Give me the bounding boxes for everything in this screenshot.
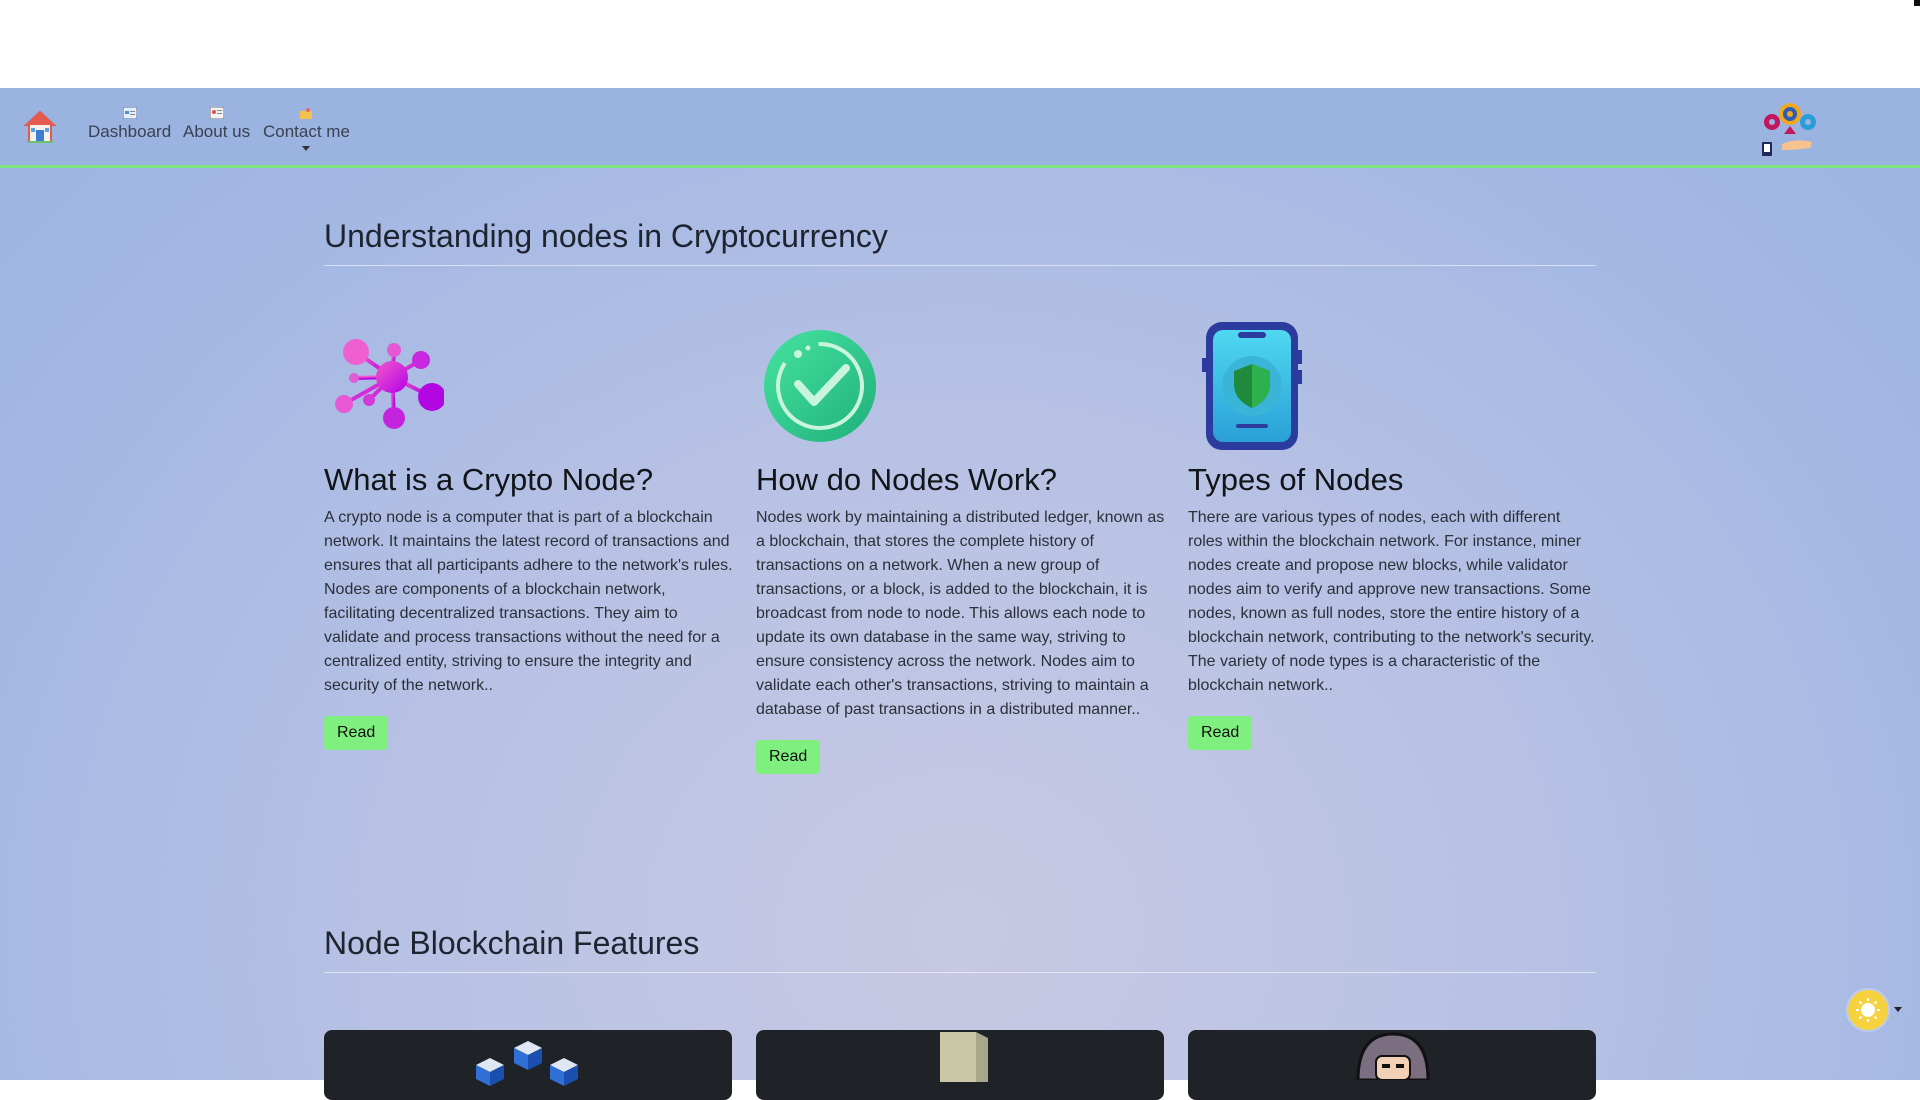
card-heading: How do Nodes Work? [756,462,1057,497]
theme-dropdown-caret-icon[interactable] [1894,1007,1902,1012]
nav-about-label: About us [183,122,251,141]
cubes-icon [476,1041,578,1086]
card-how-nodes-work: How do Nodes Work? Nodes work by maintai… [756,320,1166,774]
section-title-understanding-nodes: Understanding nodes in Cryptocurrency [324,218,1596,266]
corner-marker [1914,0,1920,6]
nav-dashboard-label: Dashboard [88,122,172,141]
read-button[interactable]: Read [324,716,389,750]
theme-toggle-sun-icon[interactable] [1848,990,1888,1030]
card-body: A crypto node is a computer that is part… [324,509,733,694]
nav-dashboard[interactable]: Dashboard [88,104,171,142]
hacker-icon [1356,1032,1430,1080]
card-what-is-node: What is a Crypto Node? A crypto node is … [324,320,734,750]
nav-contact-label: Contact me [263,122,350,141]
card-types-of-nodes: Types of Nodes There are various types o… [1188,320,1598,750]
navbar: Dashboard About us Contact me [0,88,1920,168]
feature-card[interactable] [324,1030,732,1100]
phone-shield-icon [1188,320,1598,452]
nav-about-us[interactable]: About us [183,104,250,142]
server-icon [940,1032,988,1082]
dashboard-icon [122,104,138,120]
card-body: There are various types of nodes, each w… [1188,509,1595,694]
card-heading: Types of Nodes [1188,462,1404,497]
about-icon [209,104,225,120]
read-button[interactable]: Read [1188,716,1253,750]
feature-card[interactable] [756,1030,1164,1100]
home-icon[interactable] [23,110,57,144]
card-body: Nodes work by maintaining a distributed … [756,509,1165,718]
card-heading: What is a Crypto Node? [324,462,654,497]
gears-hand-logo[interactable] [1760,100,1820,158]
checkmark-circle-icon [756,320,1166,452]
top-blank-area [0,0,1920,88]
network-nodes-icon [324,320,734,452]
read-button[interactable]: Read [756,740,821,774]
contact-icon [299,104,313,119]
feature-card[interactable] [1188,1030,1596,1100]
nav-contact-me[interactable]: Contact me [263,104,350,142]
section-title-node-features: Node Blockchain Features [324,925,1596,973]
contact-dropdown-caret-icon[interactable] [302,146,310,151]
